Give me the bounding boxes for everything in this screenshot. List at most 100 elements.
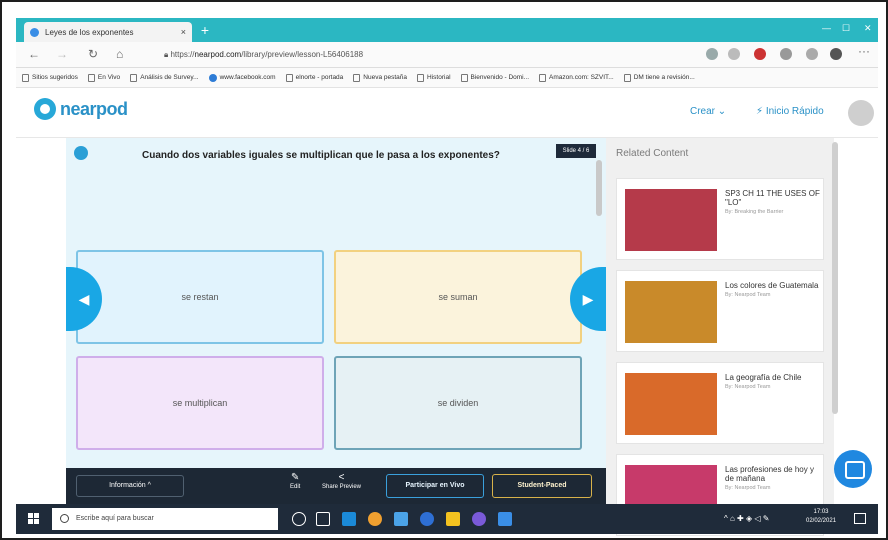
related-lesson-title: Los colores de Guatemala: [725, 281, 819, 290]
related-lesson-card[interactable]: SP3 CH 11 THE USES OF "LO" By: Breaking t…: [616, 178, 824, 260]
lesson-thumbnail: [625, 281, 717, 343]
related-lesson-info: La geografía de Chile By: Nearpod Team: [725, 373, 821, 392]
avatar[interactable]: [848, 100, 874, 126]
page-icon: [539, 73, 547, 82]
nearpod-logo-icon: [34, 98, 56, 120]
answer-option-4[interactable]: se dividen: [334, 356, 582, 450]
reload-icon[interactable]: ↻: [88, 47, 98, 61]
bookmark-label: www.facebook.com: [219, 74, 276, 81]
forward-icon[interactable]: →: [56, 47, 68, 61]
inicio-rapido-button[interactable]: ⚡︎ Inicio Rápido: [756, 106, 824, 117]
bookmark-item[interactable]: www.facebook.com: [208, 73, 276, 82]
crear-menu-button[interactable]: Crear ⌄: [690, 106, 726, 117]
related-lesson-card[interactable]: Los colores de Guatemala By: Nearpod Team: [616, 270, 824, 352]
bookmarks-bar: Sitios sugeridos En Vivo Análisis de Surve…: [16, 68, 878, 88]
slide-scrollbar[interactable]: [596, 160, 602, 216]
related-lesson-title: Las profesiones de hoy y de mañana: [725, 465, 814, 483]
bookmark-label: DM tiene a revisión...: [633, 74, 695, 81]
browser-tab[interactable]: Leyes de los exponentes ×: [24, 22, 192, 42]
logo-text: nearpod: [60, 98, 128, 119]
window-close-icon[interactable]: ✕: [864, 23, 872, 34]
bookmark-item[interactable]: Amazon.com: SZVIT...: [539, 73, 614, 82]
related-lesson-author: By: Nearpod Team: [725, 292, 771, 298]
bookmark-item[interactable]: Historial: [417, 73, 451, 82]
related-lesson-card[interactable]: La geografía de Chile By: Nearpod Team: [616, 362, 824, 444]
related-scrollbar[interactable]: [832, 142, 838, 414]
taskbar-clock[interactable]: 17:03 02/02/2021: [806, 508, 836, 526]
app-icon[interactable]: [472, 512, 486, 526]
home-icon[interactable]: ⌂: [116, 47, 123, 61]
url-input[interactable]: 🔒︎ https://nearpod.com/library/preview/l…: [154, 46, 694, 64]
bookmark-label: Nueva pestaña: [363, 74, 408, 81]
tab-close-icon[interactable]: ×: [181, 27, 186, 37]
maximize-icon[interactable]: ☐: [842, 23, 850, 34]
student-paced-button[interactable]: Student-Paced: [492, 474, 592, 498]
sticky-notes-icon[interactable]: [446, 512, 460, 526]
related-lesson-title: SP3 CH 11 THE USES OF "LO": [725, 189, 820, 207]
windows-start-icon[interactable]: [28, 513, 40, 525]
notification-icon[interactable]: [854, 513, 866, 524]
bookmark-item[interactable]: Sitios sugeridos: [22, 73, 78, 82]
question-text: Cuando dos variables iguales se multipli…: [142, 150, 500, 161]
page-icon: [623, 73, 631, 82]
profile-icon[interactable]: [830, 48, 842, 60]
reader-icon[interactable]: [706, 48, 718, 60]
bookmark-label: Bienvenido - Domi...: [470, 74, 530, 81]
search-placeholder: Escribe aquí para buscar: [76, 515, 154, 522]
bookmark-item[interactable]: Bienvenido - Domi...: [460, 73, 530, 82]
participar-en-vivo-button[interactable]: Participar en Vivo: [386, 474, 484, 498]
browser-app-icon[interactable]: [420, 512, 434, 526]
bookmark-item[interactable]: DM tiene a revisión...: [623, 73, 695, 82]
page-icon: [353, 73, 361, 82]
more-menu-icon[interactable]: ···: [858, 44, 870, 58]
collections-icon[interactable]: [806, 48, 818, 60]
clock-date: 02/02/2021: [806, 518, 837, 524]
windows-taskbar: Escribe aquí para buscar ^ ⌂ ✚ ◈ ◁ ✎ 17:…: [16, 504, 878, 534]
minimize-icon[interactable]: —: [822, 23, 831, 33]
url-host: nearpod.com: [194, 50, 242, 59]
store-icon[interactable]: [498, 512, 512, 526]
browser-tab-strip: Leyes de los exponentes × + — ☐ ✕: [16, 18, 878, 42]
cortana-icon[interactable]: [292, 512, 306, 526]
task-view-icon[interactable]: [316, 512, 330, 526]
address-bar-row: ← → ↻ ⌂ 🔒︎ https://nearpod.com/library/p…: [16, 42, 878, 68]
chat-support-button[interactable]: [834, 450, 872, 488]
extension-icon[interactable]: [728, 48, 740, 60]
nearpod-logo[interactable]: nearpod: [34, 98, 128, 120]
bookmark-item[interactable]: Nueva pestaña: [353, 73, 408, 82]
bookmark-label: Amazon.com: SZVIT...: [549, 74, 614, 81]
answer-option-3[interactable]: se multiplican: [76, 356, 324, 450]
new-tab-button[interactable]: +: [198, 23, 212, 37]
search-icon: [60, 514, 69, 523]
bookmark-label: elnorte - portada: [295, 74, 344, 81]
related-content-panel: Related Content SP3 CH 11 THE USES OF "L…: [606, 138, 834, 536]
slide-counter-badge: Slide 4 / 6: [556, 144, 596, 158]
screenshot-frame: Leyes de los exponentes × + — ☐ ✕ ← → ↻ …: [0, 0, 888, 540]
page-icon: [22, 73, 29, 82]
taskbar-search-input[interactable]: Escribe aquí para buscar: [52, 508, 278, 530]
related-content-title: Related Content: [616, 148, 689, 159]
page-icon: [285, 73, 293, 82]
chrome-icon[interactable]: [368, 512, 382, 526]
related-lesson-title: La geografía de Chile: [725, 373, 802, 382]
favorites-star-icon[interactable]: [780, 48, 792, 60]
answer-option-2[interactable]: se suman: [334, 250, 582, 344]
bookmark-item[interactable]: En Vivo: [87, 73, 120, 82]
share-preview-button[interactable]: < Share Preview: [322, 472, 361, 490]
share-icon: <: [338, 472, 345, 483]
bookmark-item[interactable]: elnorte - portada: [285, 73, 344, 82]
lastpass-icon[interactable]: [754, 48, 766, 60]
back-icon[interactable]: ←: [28, 47, 40, 61]
related-lesson-info: Las profesiones de hoy y de mañana By: Ne…: [725, 465, 821, 493]
informacion-button[interactable]: Información ^: [76, 475, 184, 497]
answer-option-1[interactable]: se restan: [76, 250, 324, 344]
url-prefix: https://: [170, 50, 195, 59]
file-explorer-icon[interactable]: [394, 512, 408, 526]
system-tray-icons[interactable]: ^ ⌂ ✚ ◈ ◁ ✎: [724, 514, 769, 523]
edge-icon[interactable]: [342, 512, 356, 526]
edit-button[interactable]: ✎ Edit: [290, 472, 300, 490]
bookmark-item[interactable]: Análisis de Survey...: [130, 73, 199, 82]
url-path: /library/preview/lesson-L56406188: [241, 50, 364, 59]
page-icon: [417, 73, 425, 82]
bookmark-label: Historial: [427, 74, 451, 81]
